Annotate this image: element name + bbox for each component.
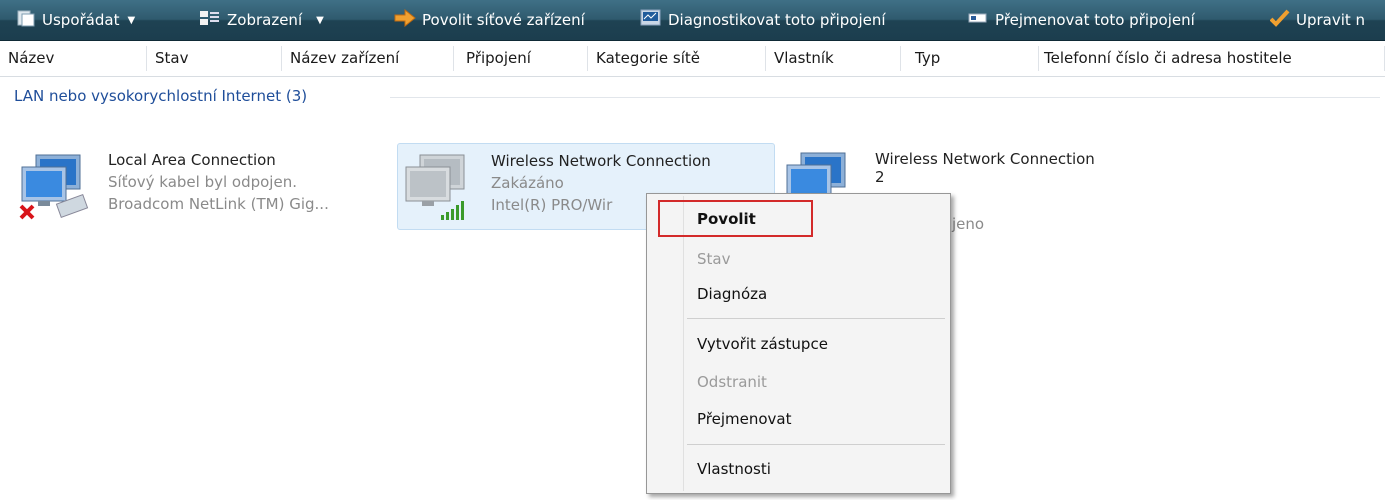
views-icon [199, 9, 221, 31]
column-header-phone-host[interactable]: Telefonní číslo či adresa hostitele [1039, 41, 1385, 76]
connection-status: jeno [952, 215, 985, 233]
column-header-device-name[interactable]: Název zařízení [282, 41, 454, 76]
connection-name: Wireless Network Connection [875, 150, 1095, 168]
column-header-name[interactable]: Název [0, 41, 147, 76]
group-divider [390, 97, 1380, 98]
column-header-type[interactable]: Typ [901, 41, 1039, 76]
organize-icon [16, 9, 36, 31]
column-header-row: Název Stav Název zařízení Připojení Kate… [0, 41, 1385, 77]
chevron-down-icon: ▼ [127, 14, 136, 26]
context-menu: Povolit Stav Diagnóza Vytvořit zástupce … [646, 193, 951, 494]
change-settings-button[interactable]: Upravit n [1269, 0, 1365, 40]
connection-status: Zakázáno [491, 174, 564, 192]
connection-device: Intel(R) PRO/Wir [491, 196, 613, 214]
arrow-right-icon [394, 8, 416, 31]
menu-item-properties[interactable]: Vlastnosti [697, 456, 771, 482]
column-header-connection[interactable]: Připojení [454, 41, 588, 76]
menu-separator [687, 318, 945, 319]
command-bar: Uspořádat ▼ Zobrazení ▼ Povolit síťové z… [0, 0, 1385, 41]
menu-item-diagnose[interactable]: Diagnóza [697, 281, 767, 307]
signal-bars-icon [440, 199, 466, 225]
column-header-owner[interactable]: Vlastník [766, 41, 901, 76]
menu-separator [687, 444, 945, 445]
connection-name-line2: 2 [875, 168, 885, 186]
diagnose-button[interactable]: Diagnostikovat toto připojení [640, 0, 886, 40]
menu-item-delete: Odstranit [697, 373, 767, 391]
menu-item-rename[interactable]: Přejmenovat [697, 406, 792, 432]
organize-button[interactable]: Uspořádat ▼ [16, 0, 135, 40]
connection-status: Síťový kabel byl odpojen. [108, 173, 297, 191]
menu-item-create-shortcut[interactable]: Vytvořit zástupce [697, 331, 828, 357]
connection-name: Local Area Connection [108, 151, 276, 169]
rename-icon [967, 9, 989, 31]
connection-item-lan[interactable]: Local Area Connection Síťový kabel byl o… [10, 143, 395, 230]
column-header-status[interactable]: Stav [147, 41, 282, 76]
column-header-network-category[interactable]: Kategorie sítě [588, 41, 766, 76]
menu-item-status: Stav [697, 250, 731, 268]
connection-device: Broadcom NetLink (TM) Gig... [108, 195, 329, 213]
diagnose-icon [640, 9, 662, 31]
connection-name: Wireless Network Connection [491, 152, 711, 170]
group-header[interactable]: LAN nebo vysokorychlostní Internet (3) [14, 86, 307, 106]
menu-item-enable[interactable]: Povolit [697, 206, 756, 232]
disconnected-x-icon [18, 203, 36, 225]
menu-gutter [683, 196, 684, 491]
rename-connection-button[interactable]: Přejmenovat toto připojení [967, 0, 1195, 40]
enable-device-button[interactable]: Povolit síťové zařízení [394, 0, 585, 40]
checkmark-icon [1269, 9, 1290, 31]
chevron-down-icon: ▼ [316, 14, 324, 26]
views-button[interactable]: Zobrazení ▼ [199, 0, 324, 40]
